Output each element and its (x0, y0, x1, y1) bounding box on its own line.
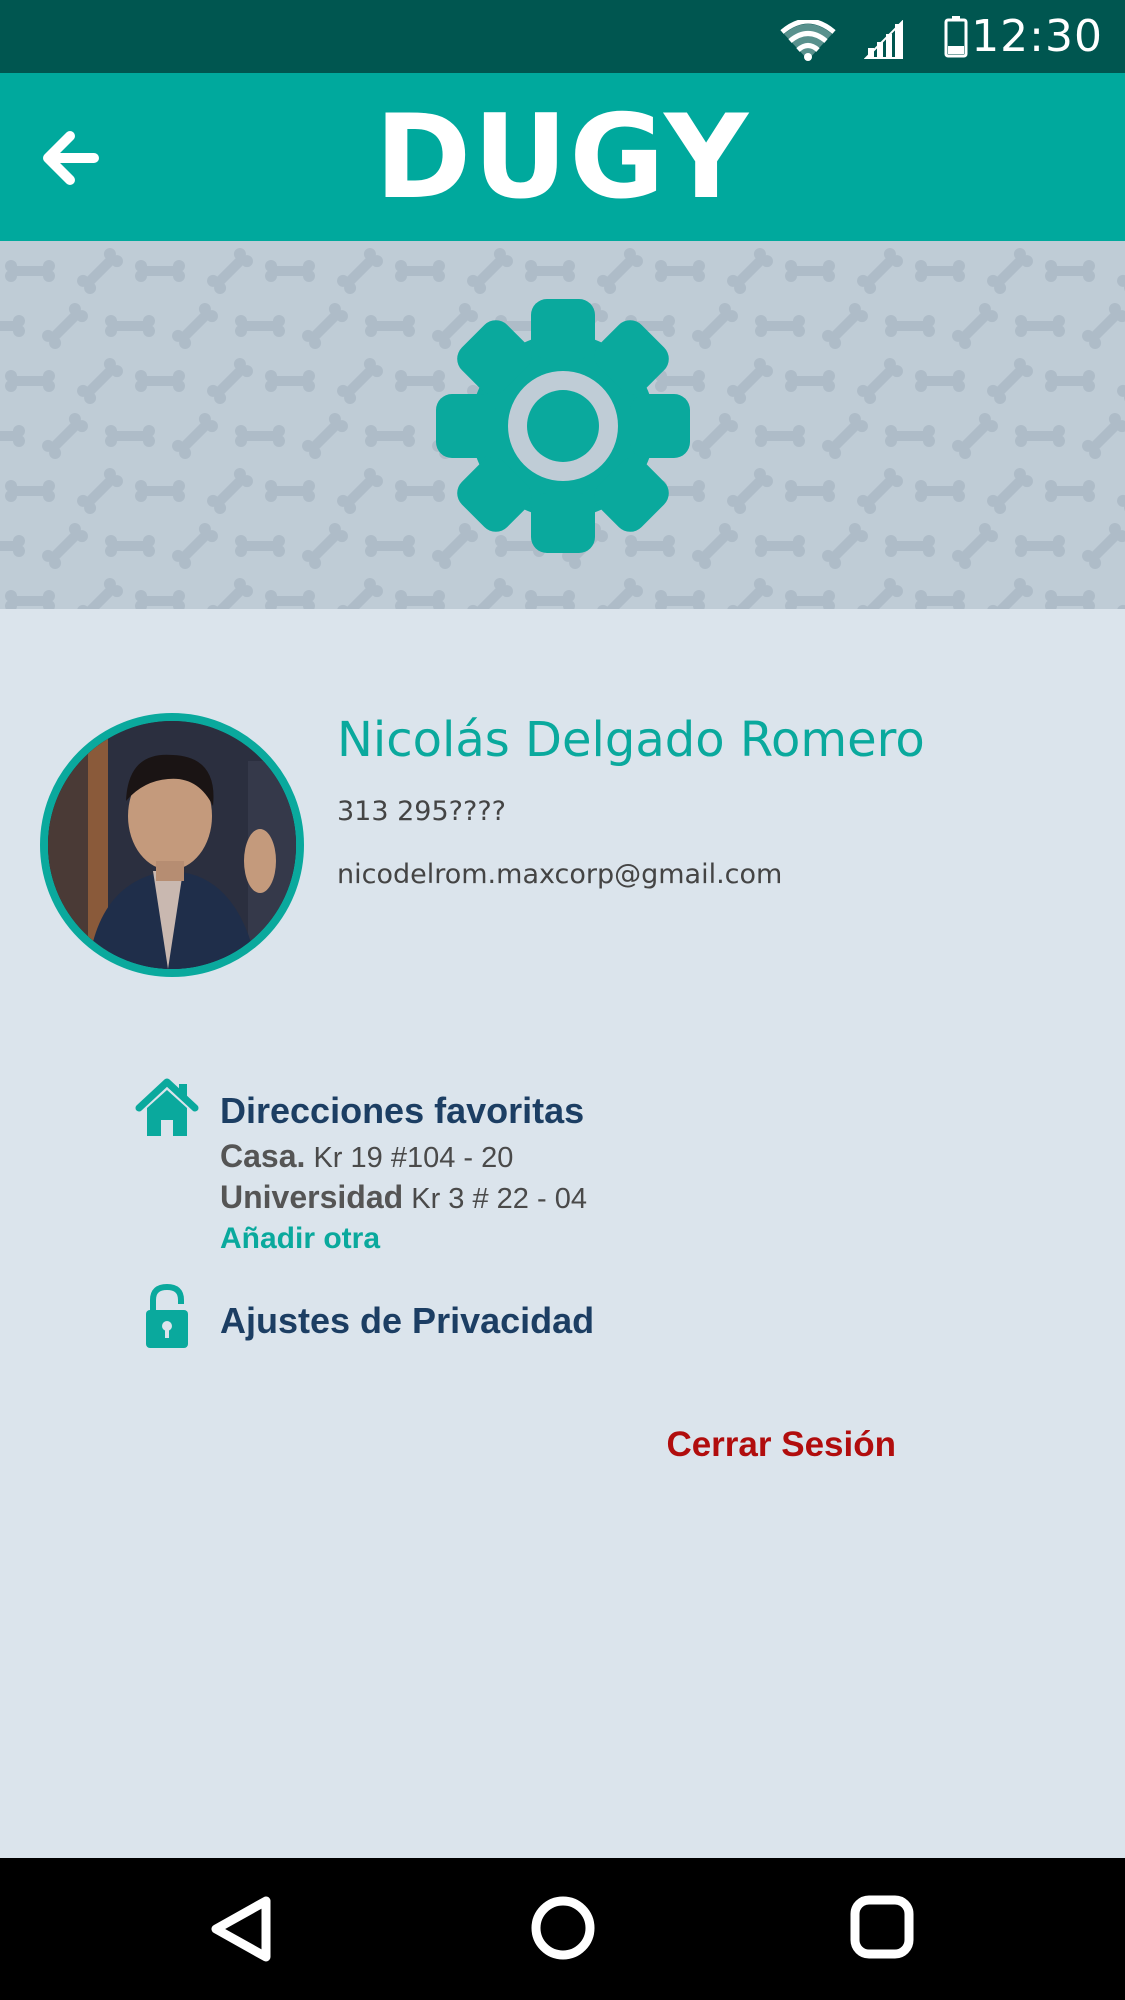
status-bar: 12:30 (0, 0, 1125, 73)
clock: 12:30 (971, 11, 1103, 62)
privacy-settings[interactable]: Ajustes de Privacidad (220, 1300, 594, 1342)
lock-icon (146, 1284, 188, 1348)
nav-home-icon[interactable] (530, 1895, 596, 1961)
settings-banner (0, 241, 1125, 609)
battery-icon (944, 16, 968, 58)
nav-recents-icon[interactable] (850, 1895, 914, 1959)
home-icon (135, 1078, 199, 1136)
address-item-casa[interactable]: Casa. Kr 19 #104 - 20 (220, 1138, 513, 1175)
gear-icon (436, 299, 690, 553)
address-label: Casa. (220, 1138, 306, 1174)
address-item-universidad[interactable]: Universidad Kr 3 # 22 - 04 (220, 1179, 587, 1216)
address-value: Kr 3 # 22 - 04 (411, 1183, 587, 1215)
wifi-icon (780, 20, 836, 61)
app-logo: DUGY (374, 90, 751, 225)
system-navigation-bar (0, 1858, 1125, 2000)
profile-email: nicodelrom.maxcorp@gmail.com (337, 859, 783, 890)
avatar[interactable] (40, 713, 304, 977)
add-address-link[interactable]: Añadir otra (220, 1222, 380, 1256)
nav-back-icon[interactable] (208, 1895, 274, 1963)
favorites-title: Direcciones favoritas (220, 1090, 585, 1131)
profile-name: Nicolás Delgado Romero (337, 712, 925, 768)
signal-icon (864, 20, 903, 59)
app-bar: DUGY (0, 73, 1125, 241)
profile-phone: 313 295???? (337, 796, 506, 827)
profile-photo (48, 721, 296, 969)
logout-button[interactable]: Cerrar Sesión (666, 1425, 896, 1465)
address-value: Kr 19 #104 - 20 (313, 1142, 514, 1174)
address-label: Universidad (220, 1179, 404, 1215)
